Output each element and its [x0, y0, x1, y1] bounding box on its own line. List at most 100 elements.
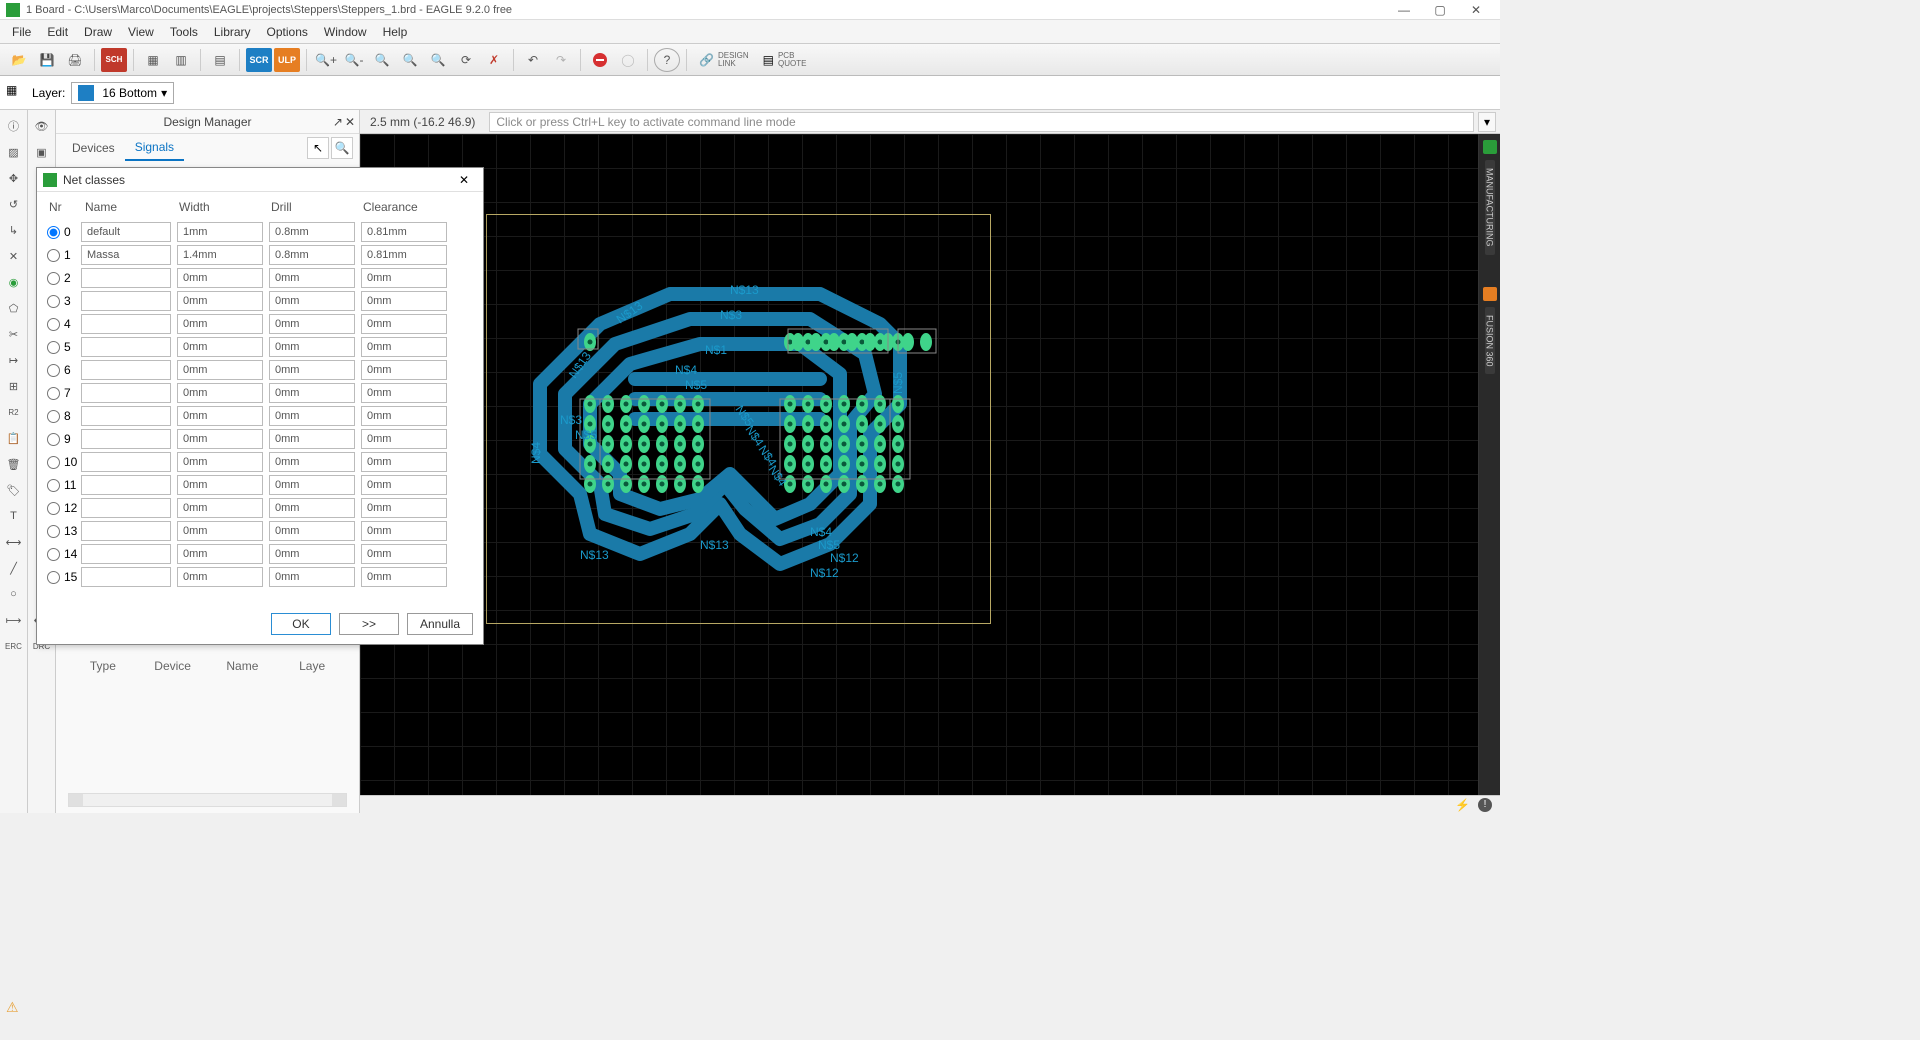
undo-icon[interactable]: ↶	[520, 48, 546, 72]
pin-icon[interactable]: ↗	[333, 115, 343, 129]
zoom-fit-icon[interactable]: 🔍	[369, 48, 395, 72]
rotate-icon[interactable]: ↺	[4, 194, 24, 214]
netclass-name-input[interactable]	[81, 521, 171, 541]
layers-icon[interactable]: ▨	[4, 142, 24, 162]
panel-close-icon[interactable]: ✕	[345, 115, 355, 129]
minimize-button[interactable]: —	[1386, 0, 1422, 20]
zoom-redraw-icon[interactable]: 🔍	[425, 48, 451, 72]
netclass-clearance-input[interactable]	[361, 475, 447, 495]
netclass-width-input[interactable]	[177, 429, 263, 449]
netclass-name-input[interactable]	[81, 268, 171, 288]
netclass-drill-input[interactable]	[269, 498, 355, 518]
r2-icon[interactable]: R2	[4, 402, 24, 422]
netclass-drill-input[interactable]	[269, 314, 355, 334]
netclass-width-input[interactable]	[177, 544, 263, 564]
netclass-clearance-input[interactable]	[361, 291, 447, 311]
manufacturing-icon[interactable]	[1483, 140, 1497, 154]
fusion-icon[interactable]	[1483, 287, 1497, 301]
netclass-drill-input[interactable]	[269, 337, 355, 357]
netclass-width-input[interactable]	[177, 337, 263, 357]
netclass-clearance-input[interactable]	[361, 498, 447, 518]
open-icon[interactable]: 📂	[6, 48, 32, 72]
save-icon[interactable]: 💾	[34, 48, 60, 72]
netclass-name-input[interactable]	[81, 406, 171, 426]
scr-button[interactable]: SCR	[246, 48, 272, 72]
netclass-clearance-input[interactable]	[361, 521, 447, 541]
netclass-width-input[interactable]	[177, 475, 263, 495]
sync-icon[interactable]: ⚡	[1455, 798, 1470, 812]
netclass-width-input[interactable]	[177, 245, 263, 265]
info-icon[interactable]: ⓘ	[4, 116, 24, 136]
netclass-radio[interactable]	[47, 571, 60, 584]
netclass-clearance-input[interactable]	[361, 222, 447, 242]
status-error-icon[interactable]: !	[1478, 798, 1492, 812]
go-icon[interactable]: ◯	[615, 48, 641, 72]
board-icon[interactable]: ▥	[168, 48, 194, 72]
split-icon[interactable]: ⟷	[4, 532, 24, 552]
netclass-clearance-input[interactable]	[361, 567, 447, 587]
netclass-drill-input[interactable]	[269, 406, 355, 426]
netclass-clearance-input[interactable]	[361, 337, 447, 357]
netclass-clearance-input[interactable]	[361, 406, 447, 426]
netclass-width-input[interactable]	[177, 222, 263, 242]
netclass-width-input[interactable]	[177, 291, 263, 311]
netclass-drill-input[interactable]	[269, 429, 355, 449]
netclass-width-input[interactable]	[177, 268, 263, 288]
menu-draw[interactable]: Draw	[76, 25, 120, 39]
eye-icon[interactable]: 👁	[32, 116, 52, 136]
tab-signals[interactable]: Signals	[125, 135, 184, 161]
stop-icon[interactable]	[587, 48, 613, 72]
menu-options[interactable]: Options	[259, 25, 316, 39]
ripup-icon[interactable]: ✕	[4, 246, 24, 266]
cancel-icon[interactable]: ✗	[481, 48, 507, 72]
text-icon[interactable]: T	[4, 506, 24, 526]
netclass-name-input[interactable]	[81, 245, 171, 265]
close-button[interactable]: ✕	[1458, 0, 1494, 20]
netclass-radio[interactable]	[47, 318, 60, 331]
netclass-clearance-input[interactable]	[361, 245, 447, 265]
print-icon[interactable]: 🖨	[62, 48, 88, 72]
more-button[interactable]: >>	[339, 613, 399, 635]
poly-icon[interactable]: ⬠	[4, 298, 24, 318]
name-icon[interactable]: ⊞	[4, 376, 24, 396]
library-icon[interactable]: ▤	[207, 48, 233, 72]
netclass-width-input[interactable]	[177, 567, 263, 587]
delete-icon[interactable]: 🗑	[4, 454, 24, 474]
netclass-width-input[interactable]	[177, 521, 263, 541]
netclass-clearance-input[interactable]	[361, 544, 447, 564]
netclass-drill-input[interactable]	[269, 291, 355, 311]
netclass-drill-input[interactable]	[269, 268, 355, 288]
cam-icon[interactable]: ▦	[140, 48, 166, 72]
netclass-name-input[interactable]	[81, 360, 171, 380]
menu-edit[interactable]: Edit	[39, 25, 76, 39]
netclass-name-input[interactable]	[81, 314, 171, 334]
pcb-canvas[interactable]: N$13 N$13 N$3 N$13 N$1 N$4 N$5 N$3 N$5 N…	[360, 134, 1500, 813]
tab-manufacturing[interactable]: MANUFACTURING	[1485, 160, 1495, 255]
netclass-radio[interactable]	[47, 249, 60, 262]
ok-button[interactable]: OK	[271, 613, 331, 635]
netclass-radio[interactable]	[47, 387, 60, 400]
netclass-clearance-input[interactable]	[361, 452, 447, 472]
refresh-icon[interactable]: ⟳	[453, 48, 479, 72]
netclass-name-input[interactable]	[81, 452, 171, 472]
netclass-drill-input[interactable]	[269, 521, 355, 541]
netclass-clearance-input[interactable]	[361, 429, 447, 449]
netclass-drill-input[interactable]	[269, 360, 355, 380]
netclass-name-input[interactable]	[81, 498, 171, 518]
tag-icon[interactable]: 🏷	[4, 480, 24, 500]
netclass-name-input[interactable]	[81, 429, 171, 449]
netclass-name-input[interactable]	[81, 567, 171, 587]
netclass-width-input[interactable]	[177, 406, 263, 426]
menu-tools[interactable]: Tools	[162, 25, 206, 39]
netclass-width-input[interactable]	[177, 452, 263, 472]
netclass-name-input[interactable]	[81, 337, 171, 357]
netclass-width-input[interactable]	[177, 498, 263, 518]
cancel-button[interactable]: Annulla	[407, 613, 473, 635]
zoom-icon[interactable]: 🔍	[331, 137, 353, 159]
design-link-button[interactable]: 🔗 DESIGNLINK	[693, 52, 755, 68]
netclass-width-input[interactable]	[177, 314, 263, 334]
zoom-sel-icon[interactable]: 🔍	[397, 48, 423, 72]
route-icon[interactable]: ↳	[4, 220, 24, 240]
arrow-icon[interactable]: ↦	[4, 350, 24, 370]
netclass-radio[interactable]	[47, 548, 60, 561]
